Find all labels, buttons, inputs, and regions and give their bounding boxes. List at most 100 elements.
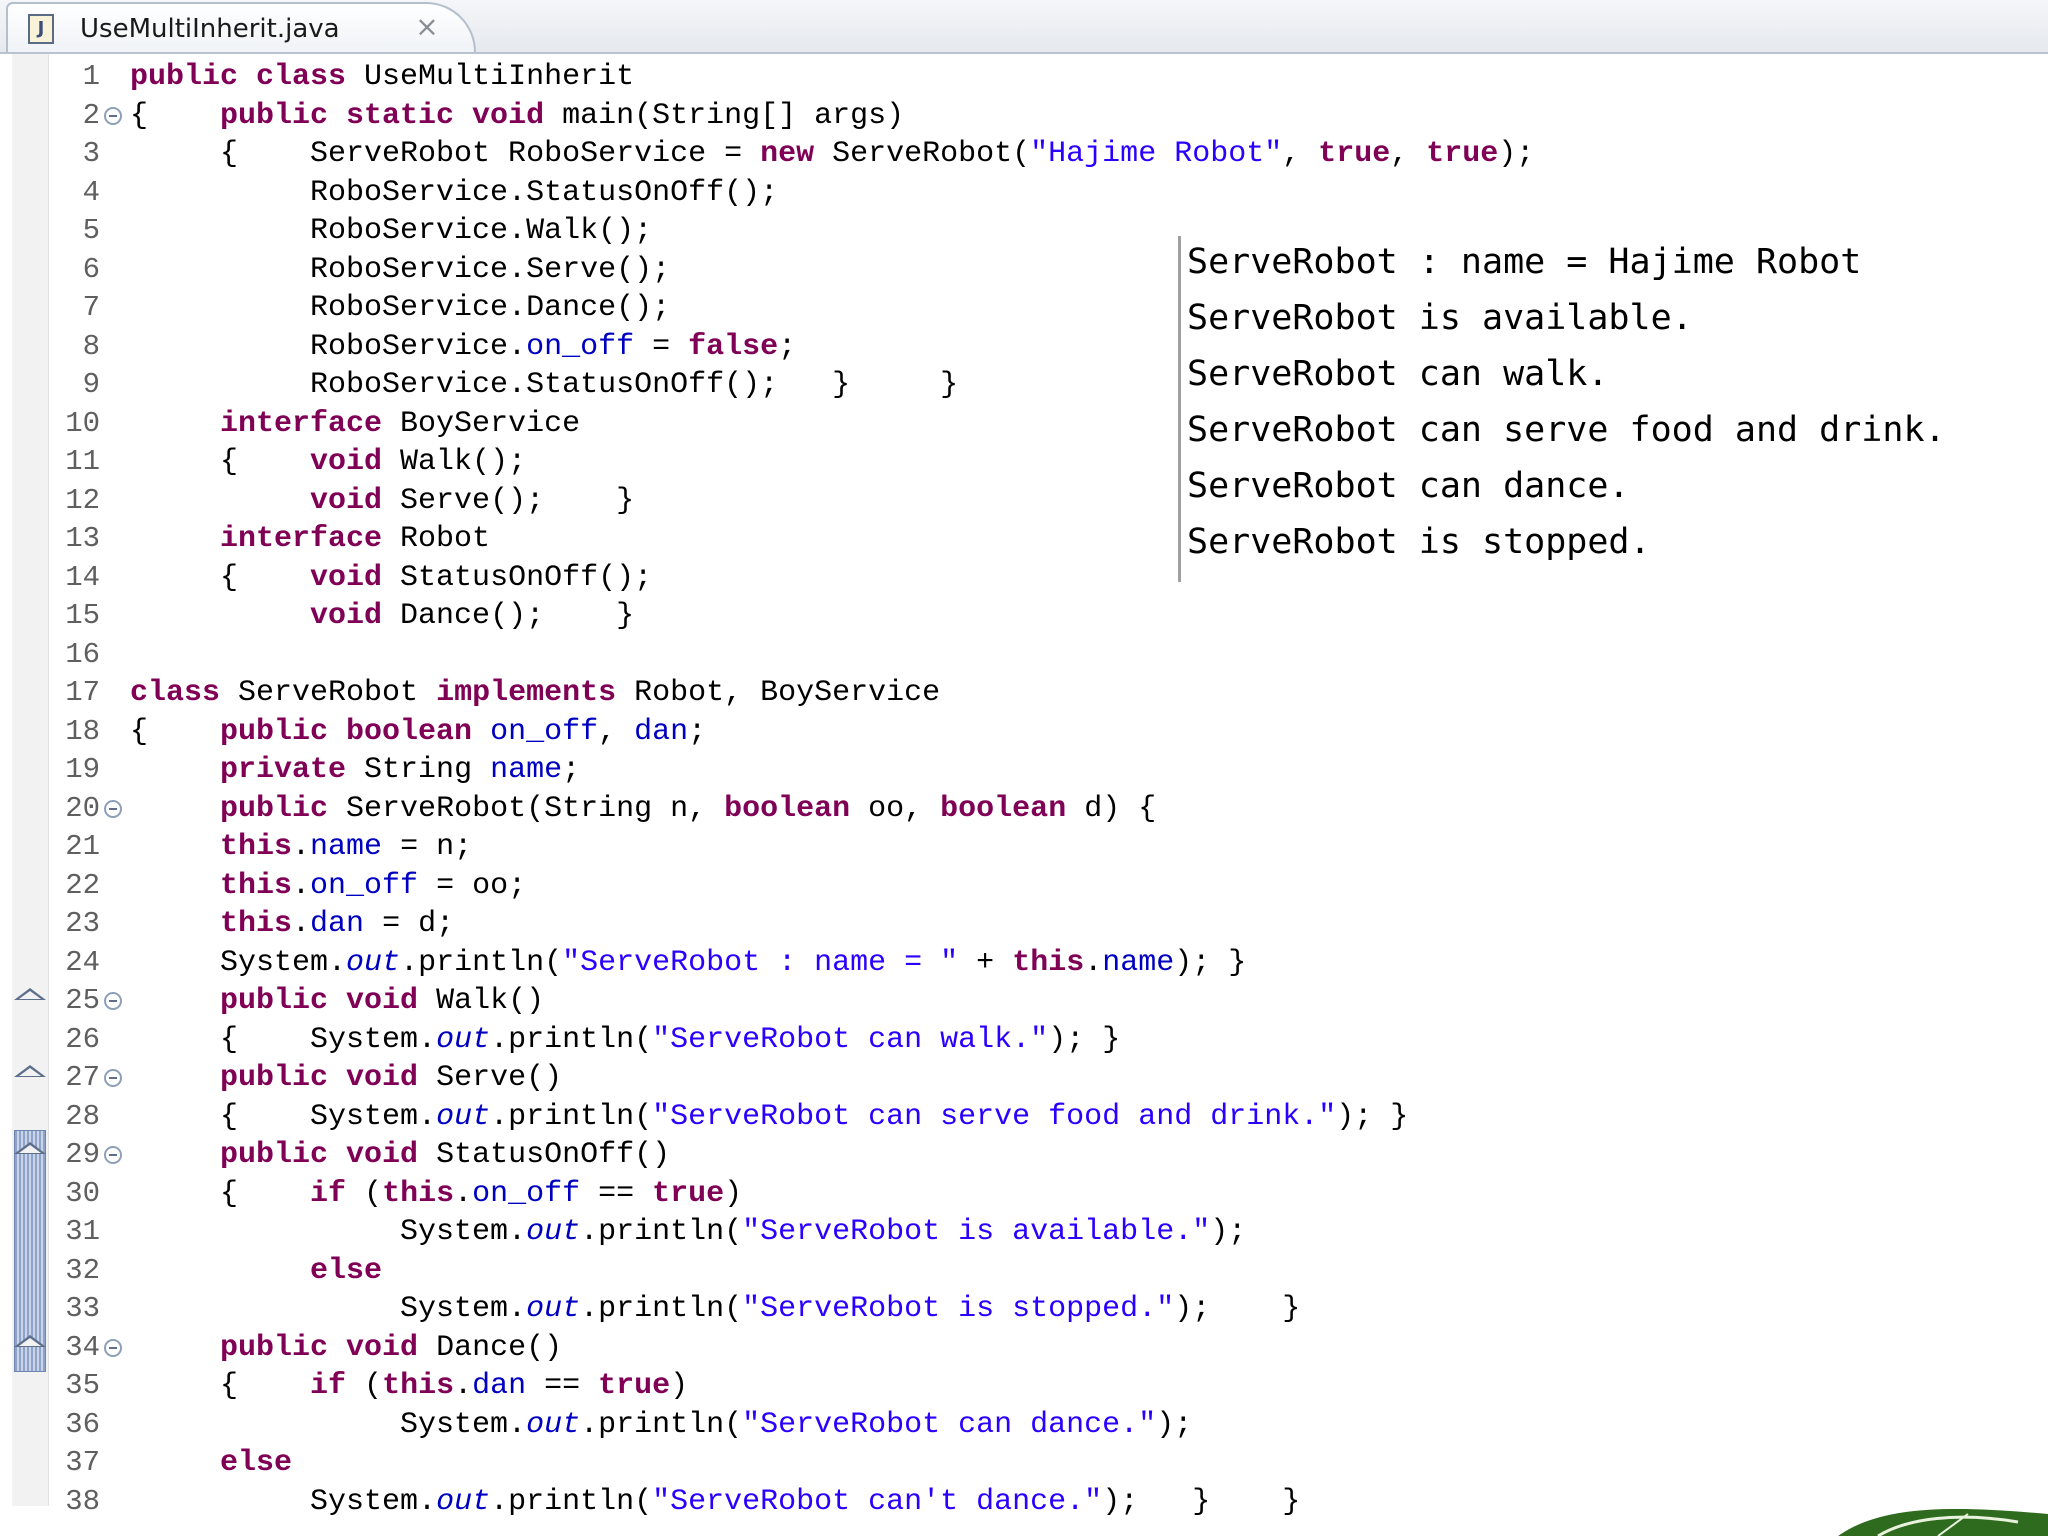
code-text: this.dan = d; — [220, 907, 455, 941]
line-number: 27 — [65, 1061, 100, 1094]
code-text: RoboService.Serve(); — [130, 252, 671, 287]
line-number: 38 — [65, 1484, 100, 1518]
override-indicator-icon[interactable] — [14, 1065, 46, 1077]
line-number: 22 — [65, 868, 100, 902]
editor-tab-usemultiinherit[interactable]: J UseMultiInherit.java ⨯ — [6, 2, 476, 52]
line-number: 23 — [65, 907, 100, 940]
code-text: public void StatusOnOff() — [220, 1138, 671, 1172]
code-text: interface Robot — [220, 522, 491, 556]
collapse-fold-icon[interactable] — [104, 799, 122, 818]
code-text: RoboService.on_off = false; — [130, 329, 797, 364]
code-text: public void Walk() — [220, 984, 545, 1018]
code-line[interactable]: 31 System.out.println("ServeRobot is ava… — [0, 1213, 2048, 1251]
line-number: 32 — [65, 1253, 100, 1287]
code-text: System.out.println("ServeRobot can't dan… — [130, 1484, 1301, 1519]
code-text: void Dance(); } — [310, 599, 635, 633]
code-line[interactable]: 25 public void Walk() — [0, 982, 2048, 1020]
code-text: { if (this.dan == true) — [130, 1369, 689, 1403]
line-number: 29 — [65, 1138, 100, 1171]
code-line[interactable]: 33 System.out.println("ServeRobot is sto… — [0, 1290, 2048, 1328]
leaf-decoration-icon — [1838, 1509, 2048, 1536]
code-text: interface BoyService — [220, 406, 581, 441]
code-text: RoboService.StatusOnOff(); } } — [130, 368, 959, 402]
code-line[interactable]: 3 { ServeRobot RoboService = new ServeRo… — [0, 135, 2048, 173]
line-number: 2 — [82, 98, 100, 132]
code-text: RoboService.Walk(); — [130, 214, 653, 248]
code-text: public void Serve() — [220, 1061, 563, 1095]
code-line[interactable]: 24 System.out.println("ServeRobot : name… — [0, 944, 2048, 982]
console-line: ServeRobot can walk. — [1187, 354, 1609, 394]
code-line[interactable]: 1 public class UseMultiInherit — [0, 58, 2048, 96]
code-line[interactable]: 19 private String name; — [0, 751, 2048, 789]
collapse-fold-icon[interactable] — [104, 1069, 122, 1087]
line-number: 33 — [65, 1292, 100, 1325]
code-line[interactable]: 28 { System.out.println("ServeRobot can … — [0, 1098, 2048, 1136]
code-line[interactable]: 34 public void Dance() — [0, 1329, 2048, 1367]
override-indicator-icon[interactable] — [14, 1142, 46, 1154]
code-text: { public static void main(String[] args) — [130, 98, 905, 133]
code-text: System.out.println("ServeRobot can dance… — [130, 1407, 1193, 1442]
line-number: 30 — [65, 1176, 100, 1210]
line-number: 34 — [65, 1330, 100, 1364]
code-text: RoboService.Dance(); — [130, 291, 671, 325]
code-line[interactable]: 18 { public boolean on_off, dan; — [0, 713, 2048, 751]
code-line[interactable]: 4 RoboService.StatusOnOff(); — [0, 174, 2048, 212]
line-number: 1 — [82, 60, 100, 93]
code-text: public ServeRobot(String n, boolean oo, … — [220, 791, 1157, 826]
line-number: 12 — [65, 483, 100, 517]
line-number: 21 — [65, 830, 100, 863]
console-line: ServeRobot is available. — [1187, 298, 1693, 338]
line-number: 37 — [65, 1446, 100, 1479]
override-indicator-icon[interactable] — [14, 988, 46, 1000]
code-text: else — [310, 1253, 383, 1288]
line-number: 36 — [65, 1407, 100, 1441]
collapse-fold-icon[interactable] — [104, 1146, 122, 1164]
override-indicator-icon[interactable] — [14, 1334, 46, 1347]
line-number: 4 — [82, 175, 100, 209]
code-text: System.out.println("ServeRobot is stoppe… — [130, 1292, 1301, 1326]
code-line[interactable]: 38 System.out.println("ServeRobot can't … — [0, 1483, 2048, 1521]
code-line[interactable]: 26 { System.out.println("ServeRobot can … — [0, 1021, 2048, 1059]
code-text: class ServeRobot implements Robot, BoySe… — [130, 676, 941, 710]
collapse-fold-icon[interactable] — [104, 1338, 122, 1357]
code-line[interactable]: 17 class ServeRobot implements Robot, Boy… — [0, 674, 2048, 712]
code-line[interactable]: 15 void Dance(); } — [0, 597, 2048, 635]
code-line[interactable]: 37 else — [0, 1444, 2048, 1482]
line-number: 14 — [65, 560, 100, 594]
code-text: this.name = n; — [220, 830, 473, 864]
collapse-fold-icon[interactable] — [104, 106, 122, 125]
code-line[interactable]: 20 public ServeRobot(String n, boolean o… — [0, 790, 2048, 828]
code-line[interactable]: 16 — [0, 636, 2048, 674]
code-line[interactable]: 32 else — [0, 1252, 2048, 1290]
close-icon[interactable]: ⨯ — [410, 10, 444, 44]
code-line[interactable]: 27 public void Serve() — [0, 1059, 2048, 1097]
code-line[interactable]: 29 public void StatusOnOff() — [0, 1136, 2048, 1174]
code-text: System.out.println("ServeRobot : name = … — [130, 945, 1247, 980]
line-number: 18 — [65, 714, 100, 748]
code-line[interactable]: 36 System.out.println("ServeRobot can da… — [0, 1406, 2048, 1444]
tab-title: UseMultiInherit.java — [80, 14, 340, 44]
line-number: 5 — [82, 214, 100, 247]
code-text: { ServeRobot RoboService = new ServeRobo… — [130, 137, 1535, 171]
collapse-fold-icon[interactable] — [104, 992, 122, 1010]
code-text: { public boolean on_off, dan; — [130, 714, 707, 749]
line-number: 28 — [65, 1099, 100, 1133]
code-line[interactable]: 22 this.on_off = oo; — [0, 867, 2048, 905]
code-text: { System.out.println("ServeRobot can ser… — [130, 1099, 1409, 1134]
line-number: 26 — [65, 1022, 100, 1056]
console-line: ServeRobot is stopped. — [1187, 522, 1651, 562]
code-text: RoboService.StatusOnOff(); — [130, 175, 779, 210]
code-text: { void StatusOnOff(); — [130, 560, 653, 595]
line-number: 24 — [65, 945, 100, 979]
code-line[interactable]: 30 { if (this.on_off == true) — [0, 1175, 2048, 1213]
code-line[interactable]: 2 { public static void main(String[] args… — [0, 97, 2048, 135]
console-output-panel: ServeRobot : name = Hajime Robot ServeRob… — [1178, 236, 2041, 582]
console-line: ServeRobot can serve food and drink. — [1187, 410, 1946, 450]
line-number: 20 — [65, 791, 100, 825]
console-line: ServeRobot can dance. — [1187, 466, 1630, 506]
code-line[interactable]: 21 this.name = n; — [0, 828, 2048, 866]
code-line[interactable]: 23 this.dan = d; — [0, 905, 2048, 943]
line-number: 13 — [65, 522, 100, 555]
code-text: System.out.println("ServeRobot is availa… — [130, 1215, 1247, 1249]
code-line[interactable]: 35 { if (this.dan == true) — [0, 1367, 2048, 1405]
